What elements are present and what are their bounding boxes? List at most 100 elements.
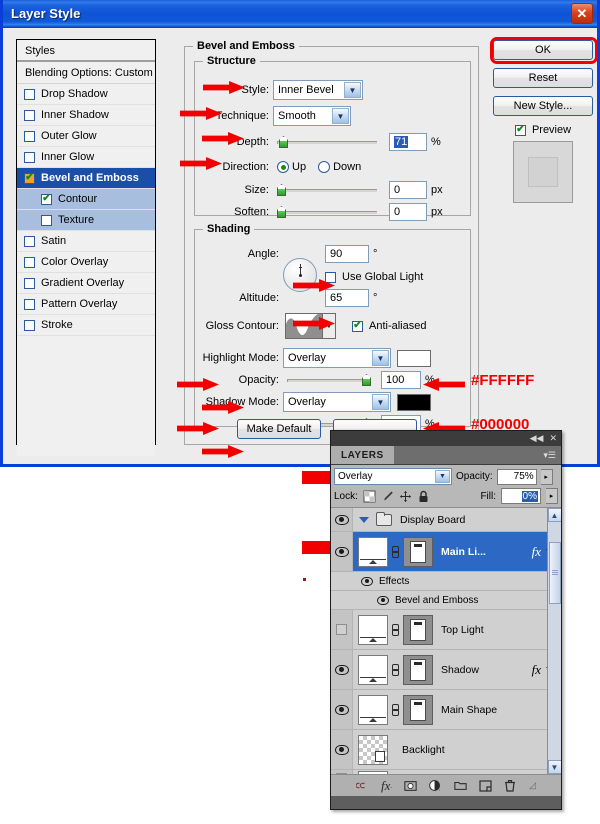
style-select[interactable]: Inner Bevel ▼ xyxy=(273,80,363,100)
checkbox-use-global-light[interactable] xyxy=(325,271,336,283)
scroll-down-icon[interactable]: ▼ xyxy=(547,760,561,774)
opacity-input[interactable]: 75% xyxy=(496,468,537,485)
trash-icon[interactable] xyxy=(504,779,517,792)
style-row-bevel-and-emboss[interactable]: Bevel and Emboss xyxy=(17,168,155,189)
make-default-button[interactable]: Make Default xyxy=(237,419,321,439)
list-item-bevel-and-emboss-effect[interactable]: Bevel and Emboss xyxy=(331,591,561,610)
list-item-main-light[interactable]: Main Li... fx xyxy=(331,532,561,572)
soften-slider-thumb[interactable] xyxy=(277,206,286,218)
chevron-down-icon[interactable]: ▼ xyxy=(372,350,389,366)
layer-mask-thumbnail[interactable] xyxy=(403,536,433,567)
link-icon[interactable] xyxy=(391,622,400,638)
layer-thumbnail[interactable] xyxy=(358,536,388,567)
checkbox-preview[interactable] xyxy=(514,124,526,136)
blending-options-row[interactable]: Blending Options: Custom xyxy=(17,62,155,84)
visibility-toggle-partial[interactable] xyxy=(331,769,353,774)
fill-input[interactable]: 0% xyxy=(501,488,541,504)
visibility-toggle-shadow[interactable] xyxy=(331,650,353,689)
list-item-partial[interactable] xyxy=(331,769,561,774)
list-item-top-light[interactable]: Top Light xyxy=(331,610,561,650)
dialog-titlebar[interactable]: Layer Style ✕ xyxy=(3,0,597,28)
layer-thumbnail[interactable] xyxy=(358,654,388,685)
visibility-toggle-main-light[interactable] xyxy=(331,532,353,571)
shadow-mode-select[interactable]: Overlay ▼ xyxy=(283,392,391,412)
angle-input[interactable]: 90 xyxy=(325,245,369,263)
scrollbar-thumb[interactable] xyxy=(548,542,561,604)
link-icon[interactable] xyxy=(355,779,369,792)
style-row-gradient-overlay[interactable]: Gradient Overlay xyxy=(17,273,155,294)
tab-layers[interactable]: LAYERS xyxy=(331,446,394,464)
scroll-up-icon[interactable]: ▲ xyxy=(547,508,561,522)
layer-mask-thumbnail[interactable] xyxy=(403,654,433,685)
fx-icon[interactable]: fx. xyxy=(381,778,392,794)
fill-stepper[interactable]: ▸ xyxy=(546,488,558,504)
adjustment-icon[interactable]: . xyxy=(429,779,442,792)
eye-off-icon[interactable] xyxy=(336,773,347,774)
paint-lock-icon[interactable] xyxy=(381,490,394,503)
radio-direction-down[interactable] xyxy=(318,161,331,173)
eye-icon[interactable] xyxy=(334,744,349,755)
layer-mask-thumbnail[interactable] xyxy=(403,614,433,645)
checkbox-satin[interactable] xyxy=(24,235,35,247)
style-row-inner-shadow[interactable]: Inner Shadow xyxy=(17,105,155,126)
checkbox-outer-glow[interactable] xyxy=(24,130,35,142)
checkbox-texture[interactable] xyxy=(41,214,52,226)
checkbox-stroke[interactable] xyxy=(24,319,35,331)
collapse-icon[interactable]: ◀◀ xyxy=(530,433,544,444)
new-layer-icon[interactable] xyxy=(479,779,492,792)
highlight-opacity-slider[interactable] xyxy=(287,373,371,387)
layers-scrollbar[interactable]: ▲ ▼ xyxy=(547,508,561,774)
checkbox-anti-aliased[interactable] xyxy=(352,320,363,332)
use-global-light-row[interactable]: Use Global Light xyxy=(325,267,423,287)
close-icon[interactable]: ✕ xyxy=(571,3,593,24)
checkbox-inner-glow[interactable] xyxy=(24,151,35,163)
size-input[interactable]: 0 xyxy=(389,181,427,199)
preview-checkbox-row[interactable]: Preview xyxy=(493,124,593,136)
reset-button[interactable]: Reset xyxy=(493,68,593,88)
eye-off-icon[interactable] xyxy=(336,624,347,635)
mask-icon[interactable] xyxy=(404,779,417,792)
checkbox-bevel-and-emboss[interactable] xyxy=(24,172,35,184)
chevron-down-icon[interactable]: ▼ xyxy=(435,470,450,483)
eye-icon[interactable] xyxy=(334,664,349,675)
depth-slider-thumb[interactable] xyxy=(279,136,288,148)
new-style-button[interactable]: New Style... xyxy=(493,96,593,116)
chevron-down-icon[interactable]: ▼ xyxy=(344,82,361,98)
style-row-outer-glow[interactable]: Outer Glow xyxy=(17,126,155,147)
checkbox-drop-shadow[interactable] xyxy=(24,88,35,100)
list-item-backlight[interactable]: Backlight xyxy=(331,730,561,770)
highlight-color-swatch[interactable] xyxy=(397,349,431,367)
group-folder-icon[interactable] xyxy=(454,779,467,792)
transparency-lock-icon[interactable] xyxy=(363,490,376,503)
blend-mode-select[interactable]: Overlay ▼ xyxy=(334,468,452,485)
radio-direction-up[interactable] xyxy=(277,161,289,173)
layer-thumbnail-transparent[interactable] xyxy=(358,734,388,765)
all-lock-icon[interactable] xyxy=(417,490,430,503)
visibility-toggle-display-board[interactable] xyxy=(331,508,353,531)
panel-menu-icon[interactable]: ▾☰ xyxy=(393,446,561,464)
eye-icon[interactable] xyxy=(334,704,349,715)
style-row-contour[interactable]: Contour xyxy=(17,189,155,210)
style-row-texture[interactable]: Texture xyxy=(17,210,155,231)
layer-thumbnail[interactable] xyxy=(358,614,388,645)
depth-slider[interactable] xyxy=(277,135,377,149)
eye-icon[interactable] xyxy=(334,514,349,525)
chevron-down-icon[interactable]: ▼ xyxy=(332,108,349,124)
size-slider-thumb[interactable] xyxy=(277,184,286,196)
checkbox-gradient-overlay[interactable] xyxy=(24,277,35,289)
fx-icon[interactable]: fx xyxy=(532,544,541,560)
style-row-inner-glow[interactable]: Inner Glow xyxy=(17,147,155,168)
link-icon[interactable] xyxy=(391,662,400,678)
chevron-down-icon[interactable]: ▼ xyxy=(372,394,389,410)
ok-button[interactable]: OK xyxy=(493,40,593,60)
list-item-shadow[interactable]: Shadow fx xyxy=(331,650,561,690)
panel-close-icon[interactable]: ✕ xyxy=(549,433,557,444)
move-lock-icon[interactable] xyxy=(399,490,412,503)
visibility-toggle-top-light[interactable] xyxy=(331,610,353,649)
link-icon[interactable] xyxy=(391,702,400,718)
altitude-input[interactable]: 65 xyxy=(325,289,369,307)
visibility-toggle-backlight[interactable] xyxy=(331,730,353,769)
eye-icon[interactable] xyxy=(377,595,389,605)
layer-thumbnail[interactable] xyxy=(358,694,388,725)
resize-grip-icon[interactable]: ◿ xyxy=(529,780,536,791)
